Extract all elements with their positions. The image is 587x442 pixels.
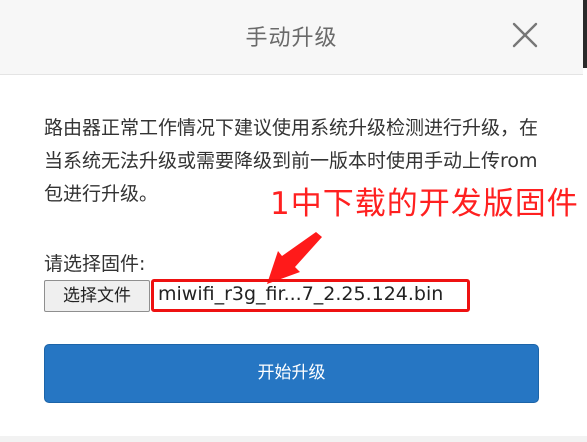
manual-upgrade-dialog: 手动升级 路由器正常工作情况下建议使用系统升级检测进行升级，在当系统无法升级或需… — [0, 0, 587, 442]
dialog-header: 手动升级 — [0, 0, 583, 75]
window-edge — [583, 0, 587, 68]
firmware-label: 请选择固件: — [44, 253, 146, 275]
close-icon — [512, 22, 538, 48]
choose-file-button[interactable]: 选择文件 — [44, 280, 150, 312]
start-upgrade-button[interactable]: 开始升级 — [44, 344, 539, 403]
close-button[interactable] — [508, 18, 542, 52]
file-highlight-box — [151, 279, 470, 312]
annotation-text: 1中下载的开发版固件 — [270, 186, 579, 222]
bottom-divider — [0, 436, 587, 442]
dialog-title: 手动升级 — [245, 26, 338, 51]
